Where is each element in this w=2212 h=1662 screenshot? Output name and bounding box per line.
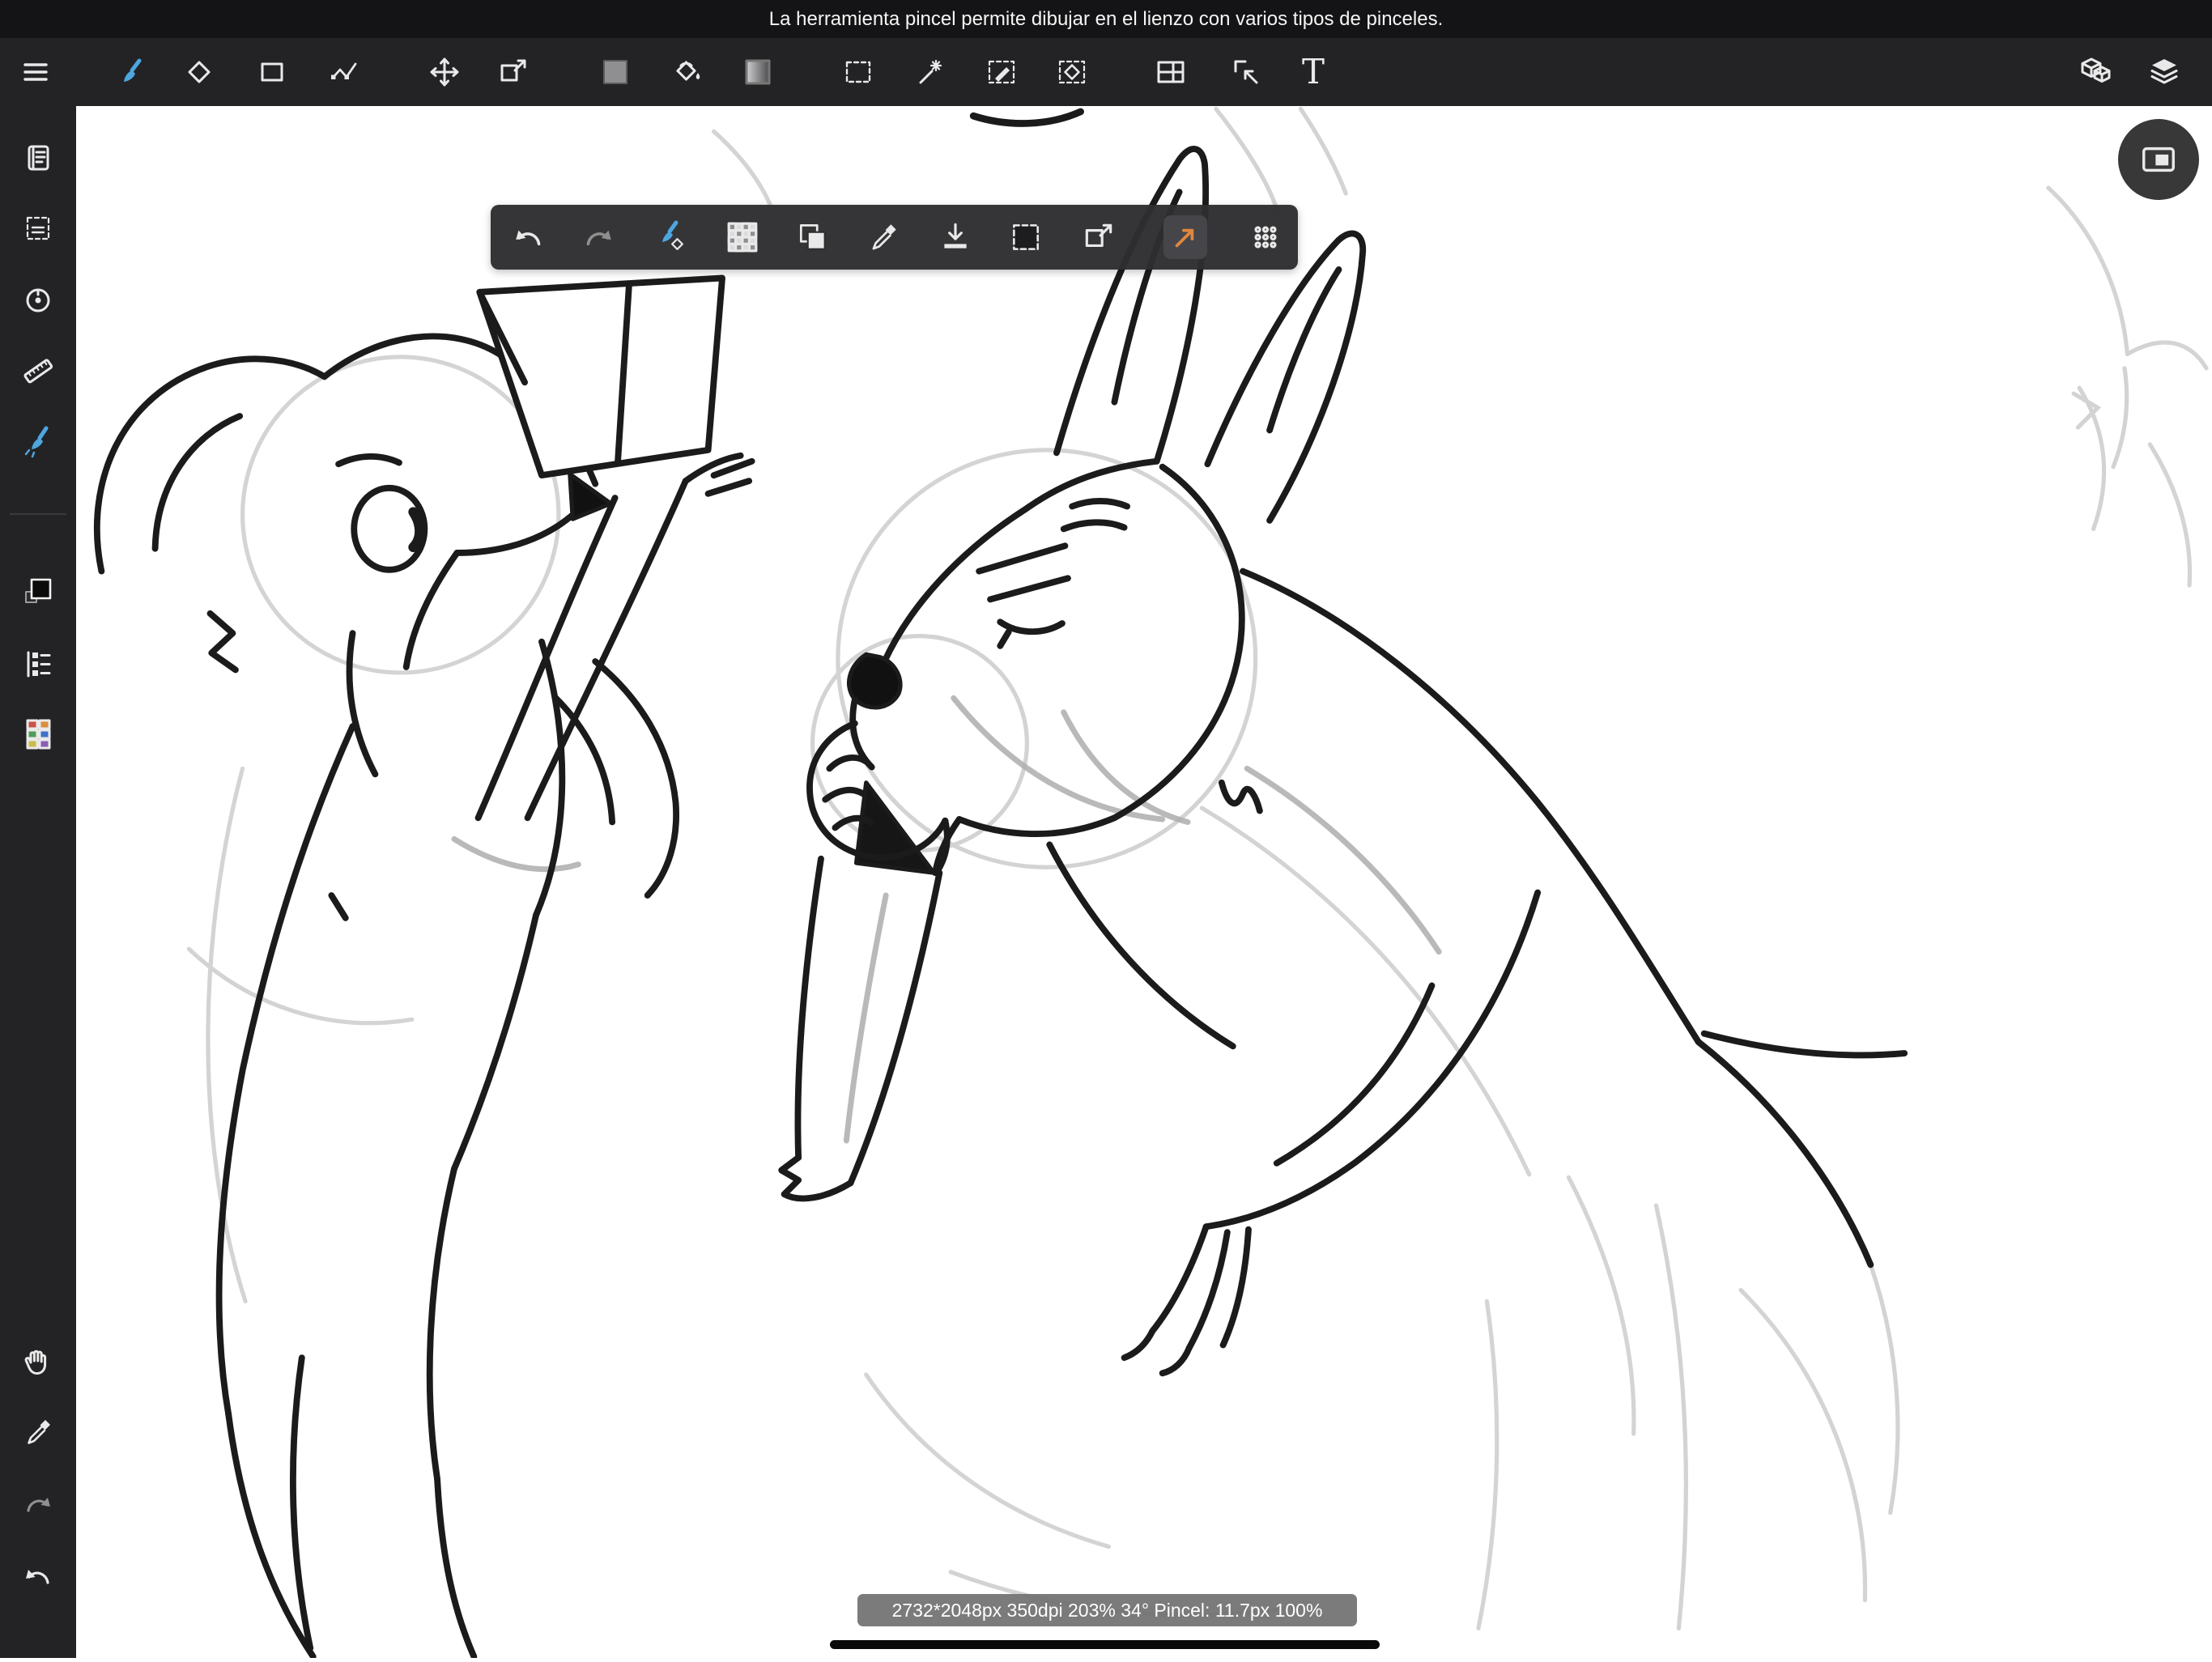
magic-wand-icon[interactable] [911,52,951,92]
canvas-artwork [76,106,2212,1658]
brush-select-icon[interactable] [651,218,690,257]
eyedropper-icon[interactable] [18,1412,58,1452]
notification-text: La herramienta pincel permite dibujar en… [769,8,1443,31]
brush-tool-icon[interactable] [109,52,150,92]
select-eraser-icon[interactable] [1052,52,1092,92]
text-tool-glyph: T [1302,55,1325,89]
select-area-icon[interactable] [18,208,58,249]
export-transform-icon[interactable] [1079,218,1118,257]
layer-panel-icon[interactable] [18,643,58,683]
redo-icon[interactable] [18,1484,58,1524]
navigator-preview-icon [2136,137,2181,182]
undo-icon[interactable] [18,1556,58,1596]
transparent-background-icon[interactable] [723,218,762,257]
duplicate-layer-icon[interactable] [793,218,832,257]
pages-icon[interactable] [18,138,58,178]
rotate-dial-icon[interactable] [18,280,58,321]
selection-area-icon[interactable] [1006,218,1045,257]
right-character-sketch [781,149,1904,1373]
publish-icon[interactable] [1163,215,1207,259]
select-pen-icon[interactable] [981,52,1022,92]
top-sketch-fragment [973,112,1080,124]
menu-icon[interactable] [15,52,56,92]
home-indicator[interactable] [830,1640,1380,1649]
hand-tool-icon[interactable] [18,1341,58,1382]
status-text: 2732*2048px 350dpi 203% 34° Pincel: 11.7… [892,1600,1323,1622]
notification-bar: La herramienta pincel permite dibujar en… [0,0,2212,38]
divide-canvas-icon[interactable] [1151,52,1191,92]
float-eyedropper-icon[interactable] [864,218,903,257]
shape-tool-icon[interactable] [252,52,292,92]
paint-tools-icon[interactable] [18,421,58,461]
primary-color-swatch[interactable] [595,52,636,92]
polyline-tool-icon[interactable] [324,52,364,92]
save-image-icon[interactable] [936,218,975,257]
sidebar-divider [10,513,66,515]
drag-handle-icon[interactable] [1246,218,1285,257]
materials-icon[interactable] [2077,52,2117,92]
move-tool-icon[interactable] [424,52,465,92]
gradient-tool-icon[interactable] [738,52,778,92]
snap-cursor-icon[interactable] [1226,52,1266,92]
text-tool-icon[interactable]: T [1293,52,1334,92]
select-rectangle-icon[interactable] [838,52,878,92]
eraser-tool-icon[interactable] [179,52,219,92]
left-sidebar [0,106,76,1658]
layers-icon[interactable] [2144,52,2184,92]
float-redo-icon[interactable] [579,218,618,257]
color-palette-icon[interactable] [18,713,58,754]
status-bar: 2732*2048px 350dpi 203% 34° Pincel: 11.7… [857,1594,1357,1626]
floating-toolbar [491,205,1298,270]
top-toolbar: T [0,38,2212,106]
ruler-icon[interactable] [18,351,58,391]
transform-tool-icon[interactable] [493,52,534,92]
float-undo-icon[interactable] [509,218,548,257]
navigator-button[interactable] [2118,119,2199,200]
fill-bucket-icon[interactable] [667,52,708,92]
color-swatch-icon[interactable] [18,571,58,611]
canvas[interactable] [76,106,2212,1658]
left-character-sketch [97,278,752,1656]
